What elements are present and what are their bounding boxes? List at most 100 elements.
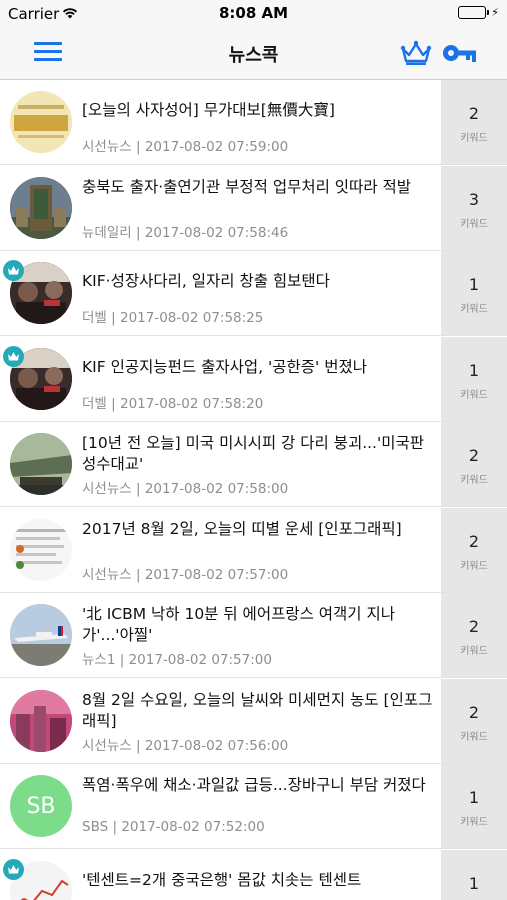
news-list-item[interactable]: '北 ICBM 낙하 10분 뒤 에어프랑스 여객기 지나가'...'아찔' 뉴스… — [0, 593, 507, 678]
article-headline[interactable]: KIF 인공지능펀드 출자사업, '공한증' 번졌나 — [82, 357, 434, 378]
news-list-item[interactable]: KIF·성장사다리, 일자리 창출 힘보탠다더벨 | 2017-08-02 07… — [0, 251, 507, 336]
key-icon[interactable] — [442, 42, 478, 64]
article-time: 2017-08-02 07:58:00 — [144, 481, 289, 497]
article-time: 2017-08-02 07:58:20 — [119, 396, 264, 412]
keyword-button[interactable]: 2 키워드 — [441, 679, 507, 763]
keyword-label: 키워드 — [460, 219, 488, 230]
article-thumbnail — [10, 519, 72, 581]
article-meta: 더벨 | 2017-08-02 07:58:25 — [82, 306, 263, 326]
meta-separator: | — [106, 396, 120, 412]
keyword-button[interactable]: 2 키워드 — [441, 593, 507, 677]
keyword-button[interactable]: 1 키워드 — [441, 764, 507, 848]
article-thumbnail — [10, 690, 72, 752]
keyword-count: 1 — [468, 788, 480, 807]
keyword-label: 키워드 — [460, 133, 488, 144]
article-time: 2017-08-02 07:58:25 — [119, 310, 264, 326]
article-thumbnail — [10, 433, 72, 495]
article-source: 시선뉴스 — [82, 738, 132, 754]
article-source: 더벨 — [82, 396, 107, 412]
news-list-item[interactable]: 충북도 출자·출연기관 부정적 업무처리 잇따라 적발뉴데일리 | 2017-0… — [0, 166, 507, 251]
meta-separator: | — [131, 225, 145, 241]
crown-icon[interactable] — [400, 40, 432, 66]
keyword-count: 2 — [468, 104, 480, 123]
thumbnail-initials: SB — [26, 793, 56, 819]
article-thumbnail — [10, 177, 72, 239]
keyword-label: 키워드 — [460, 817, 488, 828]
article-headline[interactable]: [오늘의 사자성어] 무가대보[無價大寶] — [82, 100, 434, 121]
news-list-item[interactable]: SB 폭염·폭우에 채소·과일값 급등...장바구니 부담 커졌다 SBS | 20… — [0, 764, 507, 849]
keyword-button[interactable]: 1 키워드 — [441, 251, 507, 335]
news-list-item[interactable]: KIF 인공지능펀드 출자사업, '공한증' 번졌나더벨 | 2017-08-0… — [0, 337, 507, 422]
keyword-count: 2 — [468, 703, 480, 722]
article-time: 2017-08-02 07:52:00 — [121, 819, 265, 835]
article-time: 2017-08-02 07:59:00 — [144, 139, 289, 155]
article-headline[interactable]: '텐센트=2개 중국은행' 몸값 치솟는 텐센트 — [82, 870, 434, 891]
article-headline[interactable]: 폭염·폭우에 채소·과일값 급등...장바구니 부담 커졌다 — [82, 775, 434, 796]
article-headline[interactable]: '北 ICBM 낙하 10분 뒤 에어프랑스 여객기 지나가'...'아찔' — [82, 604, 434, 646]
article-thumbnail — [10, 604, 72, 666]
article-source: 뉴스1 — [82, 652, 116, 668]
keyword-count: 2 — [468, 532, 480, 551]
keyword-label: 키워드 — [460, 475, 488, 486]
premium-crown-icon — [3, 260, 24, 281]
keyword-button[interactable]: 2 키워드 — [441, 508, 507, 592]
article-time: 2017-08-02 07:57:00 — [128, 652, 272, 668]
article-meta: SBS | 2017-08-02 07:52:00 — [82, 819, 265, 835]
news-list-item[interactable]: [오늘의 사자성어] 무가대보[無價大寶] 시선뉴스 | 2017-08-02 0… — [0, 80, 507, 165]
news-list-item[interactable]: 8월 2일 수요일, 오늘의 날씨와 미세먼지 농도 [인포그래픽] 시선뉴스 |… — [0, 679, 507, 764]
article-meta: 시선뉴스 | 2017-08-02 07:57:00 — [82, 563, 288, 583]
meta-separator: | — [131, 481, 145, 497]
article-meta: 시선뉴스 | 2017-08-02 07:59:00 — [82, 135, 288, 155]
keyword-label: 키워드 — [460, 304, 488, 315]
article-time: 2017-08-02 07:58:46 — [144, 225, 289, 241]
keyword-button[interactable]: 3 키워드 — [441, 166, 507, 250]
article-meta: 뉴데일리 | 2017-08-02 07:58:46 — [82, 221, 288, 241]
news-list-item[interactable]: 2017년 8월 2일, 오늘의 띠별 운세 [인포그래픽] 시선뉴스 | 201… — [0, 508, 507, 593]
article-headline[interactable]: KIF·성장사다리, 일자리 창출 힘보탠다 — [82, 271, 434, 292]
keyword-button[interactable]: 2 키워드 — [441, 80, 507, 164]
keyword-button[interactable]: 2 키워드 — [441, 422, 507, 506]
hamburger-menu-icon[interactable] — [34, 42, 62, 64]
meta-separator: | — [106, 310, 120, 326]
keyword-count: 2 — [468, 617, 480, 636]
meta-separator: | — [131, 738, 145, 754]
keyword-count: 1 — [468, 275, 480, 294]
keyword-label: 키워드 — [460, 646, 488, 657]
article-source: 시선뉴스 — [82, 481, 132, 497]
article-source: 뉴데일리 — [82, 225, 132, 241]
meta-separator: | — [115, 652, 129, 668]
article-meta: 더벨 | 2017-08-02 07:58:20 — [82, 392, 263, 412]
article-headline[interactable]: 2017년 8월 2일, 오늘의 띠별 운세 [인포그래픽] — [82, 519, 434, 540]
news-list-item[interactable]: [10년 전 오늘] 미국 미시시피 강 다리 붕괴...'미국판 성수대교' 시… — [0, 422, 507, 507]
keyword-button[interactable]: 1 키워드 — [441, 337, 507, 421]
keyword-label: 키워드 — [460, 732, 488, 743]
article-thumbnail — [10, 91, 72, 153]
keyword-count: 3 — [468, 190, 480, 209]
meta-separator: | — [131, 139, 145, 155]
article-headline[interactable]: 8월 2일 수요일, 오늘의 날씨와 미세먼지 농도 [인포그래픽] — [82, 690, 434, 732]
clock: 8:08 AM — [218, 4, 289, 22]
keyword-count: 1 — [468, 361, 480, 380]
nav-bar: 뉴스콕 — [0, 28, 507, 80]
article-source: 시선뉴스 — [82, 139, 132, 155]
news-list-item[interactable]: '텐센트=2개 중국은행' 몸값 치솟는 텐센트 1키워드 — [0, 850, 507, 900]
premium-crown-icon — [3, 859, 24, 880]
article-time: 2017-08-02 07:56:00 — [144, 738, 289, 754]
keyword-count: 2 — [468, 446, 480, 465]
premium-crown-icon — [3, 346, 24, 367]
article-time: 2017-08-02 07:57:00 — [144, 567, 289, 583]
keyword-label: 키워드 — [460, 561, 488, 572]
keyword-button[interactable]: 1키워드 — [441, 850, 507, 900]
article-meta: 시선뉴스 | 2017-08-02 07:58:00 — [82, 477, 288, 497]
article-meta: 시선뉴스 | 2017-08-02 07:56:00 — [82, 734, 288, 754]
article-source: 더벨 — [82, 310, 107, 326]
status-bar: Carrier 8:08 AM ⚡ — [0, 0, 507, 28]
article-headline[interactable]: 충북도 출자·출연기관 부정적 업무처리 잇따라 적발 — [82, 177, 434, 198]
article-meta: 뉴스1 | 2017-08-02 07:57:00 — [82, 648, 272, 668]
keyword-count: 1 — [468, 874, 480, 893]
article-source: SBS — [82, 819, 109, 835]
article-headline[interactable]: [10년 전 오늘] 미국 미시시피 강 다리 붕괴...'미국판 성수대교' — [82, 433, 434, 475]
article-thumbnail: SB — [10, 775, 72, 837]
meta-separator: | — [108, 819, 122, 835]
keyword-label: 키워드 — [460, 390, 488, 401]
